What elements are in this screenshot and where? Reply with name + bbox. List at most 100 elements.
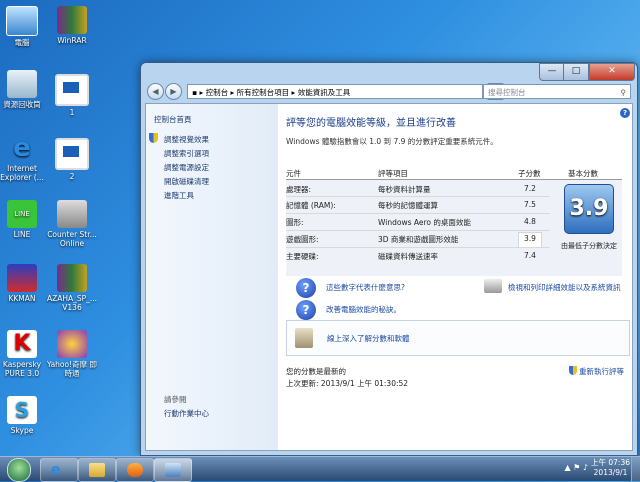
software-box-icon	[295, 328, 313, 348]
taskbar-media-player[interactable]	[116, 458, 154, 482]
computer-icon	[6, 6, 38, 36]
search-input[interactable]: 搜尋控制台 ⚲	[483, 84, 631, 99]
taskbar-control-panel[interactable]	[154, 458, 192, 482]
desktop-icon-label: Yahoo!奇摩 即時通	[47, 360, 97, 378]
row-divider	[286, 230, 550, 231]
back-button[interactable]: ◀	[147, 83, 164, 100]
column-header-base: 基本分數	[568, 169, 598, 178]
taskbar-ie[interactable]: e	[40, 458, 78, 482]
sidebar-link-power[interactable]: 調整電源設定	[164, 162, 209, 173]
performance-window: — □ ✕ ◀ ▶ ▪ ▸ 控制台 ▸ 所有控制台項目 ▸ 效能資訊及工具 ↻ …	[140, 62, 638, 456]
recycle-bin-icon	[7, 70, 37, 98]
desktop-icon-kaspersky[interactable]: K Kaspersky PURE 3.0	[0, 330, 50, 378]
desktop-icon-label: 資源回收筒	[3, 100, 41, 109]
main-panel: ? 評等您的電腦效能等級，並且進行改善 Windows 體驗指數會以 1.0 到…	[286, 104, 632, 450]
question-icon: ?	[296, 278, 316, 298]
row-component: 遊戲圖形:	[286, 235, 319, 244]
folder-icon	[89, 463, 105, 477]
link-print-details[interactable]: 檢視和列印詳細效能以及系統資訊	[508, 282, 621, 293]
close-button[interactable]: ✕	[589, 63, 635, 81]
internet-explorer-icon: e	[13, 133, 31, 163]
printer-icon	[484, 279, 502, 293]
breadcrumb-item[interactable]: 所有控制台項目	[237, 88, 290, 97]
desktop-icon-label: 電腦	[14, 38, 30, 47]
desktop-icon-label: LINE	[13, 230, 31, 239]
winrar-icon	[57, 6, 87, 34]
breadcrumb-separator-icon: ▸	[289, 88, 298, 97]
row-subscore: 4.8	[524, 217, 536, 226]
row-subscore: 3.9	[524, 234, 536, 243]
row-rated: 磁碟資料傳送速率	[378, 252, 438, 261]
desktop-icon-label: Counter Str... Online	[47, 230, 97, 248]
title-bar[interactable]: — □ ✕	[141, 63, 637, 85]
row-component: 處理器:	[286, 185, 312, 194]
sidebar-link-action-center[interactable]: 行動作業中心	[164, 408, 209, 419]
row-subscore: 7.4	[524, 251, 536, 260]
link-improve-performance[interactable]: 改善電腦效能的秘訣。	[326, 304, 401, 315]
maximize-button[interactable]: □	[563, 63, 589, 81]
control-panel-home-link[interactable]: 控制台首頁	[154, 114, 192, 125]
row-subscore: 7.5	[524, 200, 536, 209]
address-bar[interactable]: ▪ ▸ 控制台 ▸ 所有控制台項目 ▸ 效能資訊及工具	[187, 84, 483, 99]
system-tray: ▲ ⚑ ♪	[564, 463, 588, 472]
column-header-component: 元件	[286, 169, 301, 178]
desktop-icon-label: Internet Explorer (...	[0, 164, 44, 182]
sidebar-link-disk-cleanup[interactable]: 開啟磁碟清理	[164, 176, 209, 187]
counter-strike-icon	[57, 200, 87, 228]
score-table: 元件 評等項目 子分數 基本分數 處理器: 每秒資料計算量 7.2 記憶體 (R…	[286, 166, 622, 278]
control-panel-icon: ▪ ▸	[192, 88, 206, 97]
desktop-icon-winrar[interactable]: WinRAR	[44, 6, 100, 45]
start-button[interactable]	[4, 457, 32, 482]
content-area: 控制台首頁 調整視覺效果 調整索引選項 調整電源設定 開啟磁碟清理 進階工具 請…	[145, 103, 633, 451]
control-panel-icon	[165, 463, 181, 477]
breadcrumb-item[interactable]: 效能資訊及工具	[298, 88, 351, 97]
desktop-icon-shortcut-2[interactable]: 2	[44, 138, 100, 181]
row-rated: Windows Aero 的桌面效能	[378, 218, 471, 227]
sidebar-link-visual-effects[interactable]: 調整視覺效果	[164, 134, 209, 145]
desktop-icon-shortcut-1[interactable]: 1	[44, 74, 100, 117]
desktop-icon-label: AZAHA_SP_... V136	[46, 294, 98, 312]
desktop-icon-skype[interactable]: S Skype	[0, 396, 50, 435]
clock[interactable]: 上午 07:36 2013/9/1	[591, 458, 630, 478]
link-score-meaning[interactable]: 這些數字代表什麼意思?	[326, 282, 405, 293]
desktop-icon-computer[interactable]: 電腦	[0, 6, 50, 47]
show-desktop-button[interactable]	[631, 457, 640, 481]
rerun-label: 重新執行評等	[579, 367, 624, 376]
breadcrumb-item[interactable]: 控制台	[206, 88, 229, 97]
row-component: 主要硬碟:	[286, 252, 319, 261]
column-header-rated: 評等項目	[378, 169, 408, 178]
flag-icon[interactable]: ⚑	[573, 463, 580, 472]
search-placeholder: 搜尋控制台	[488, 88, 526, 97]
base-score-note: 由最低子分數決定	[561, 242, 617, 250]
row-rated: 每秒的記憶體運算	[378, 201, 438, 210]
page-subtitle: Windows 體驗指數會以 1.0 到 7.9 的分數評定重要系統元件。	[286, 137, 498, 146]
forward-button[interactable]: ▶	[165, 83, 182, 100]
desktop-icon-line[interactable]: LINE LINE	[0, 200, 50, 239]
taskbar-explorer[interactable]	[78, 458, 116, 482]
uac-shield-icon	[149, 133, 158, 143]
desktop-icon-yahoo[interactable]: Yahoo!奇摩 即時通	[44, 330, 100, 378]
page-title: 評等您的電腦效能等級，並且進行改善	[286, 118, 456, 129]
desktop-icon-label: WinRAR	[57, 36, 87, 45]
desktop-icon-counter-strike[interactable]: Counter Str... Online	[44, 200, 100, 248]
network-icon[interactable]: ▲	[564, 463, 570, 472]
desktop-icon-kkman[interactable]: KKMAN	[0, 264, 50, 303]
skype-icon: S	[7, 396, 37, 424]
help-icon[interactable]: ?	[620, 108, 630, 118]
sidebar-link-indexing[interactable]: 調整索引選項	[164, 148, 209, 159]
desktop-icon-ie[interactable]: e Internet Explorer (...	[0, 134, 50, 182]
link-learn-more[interactable]: 線上深入了解分數和軟體	[327, 333, 410, 344]
speaker-icon[interactable]: ♪	[583, 463, 588, 472]
monitor-shortcut-icon	[55, 138, 89, 170]
sidebar: 控制台首頁 調整視覺效果 調整索引選項 調整電源設定 開啟磁碟清理 進階工具 請…	[146, 104, 278, 450]
row-component: 圖形:	[286, 218, 304, 227]
rerun-assessment-button[interactable]: 重新執行評等	[569, 366, 624, 377]
desktop-icon-azaha[interactable]: AZAHA_SP_... V136	[44, 264, 100, 312]
desktop-icon-recycle-bin[interactable]: 資源回收筒	[0, 70, 50, 109]
winrar-archive-icon	[57, 264, 87, 292]
internet-explorer-icon: e	[51, 462, 61, 478]
sidebar-link-advanced-tools[interactable]: 進階工具	[164, 190, 194, 201]
minimize-button[interactable]: —	[539, 63, 565, 81]
row-subscore: 7.2	[524, 184, 536, 193]
column-header-subscore: 子分數	[518, 169, 541, 178]
